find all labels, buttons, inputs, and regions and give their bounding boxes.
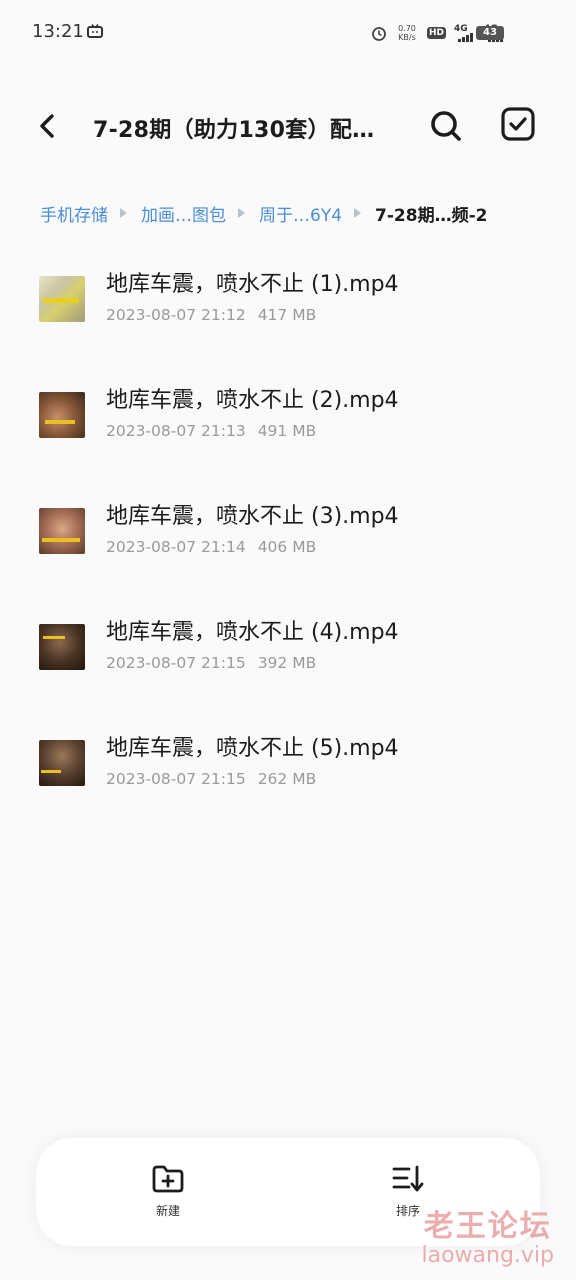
list-item[interactable]: 地库车震，喷水不止 (3).mp4 2023-08-07 21:14 406 MB <box>0 488 576 588</box>
breadcrumb-separator-icon <box>120 208 127 218</box>
video-thumbnail <box>39 392 85 438</box>
file-date: 2023-08-07 21:13 <box>106 422 246 440</box>
select-all-icon <box>501 107 535 141</box>
file-meta: 2023-08-07 21:13 491 MB <box>106 422 316 440</box>
file-size: 406 MB <box>257 538 317 556</box>
file-name: 地库车震，喷水不止 (2).mp4 <box>106 388 399 413</box>
status-time: 13:21 <box>32 21 84 42</box>
file-meta: 2023-08-07 21:12 417 MB <box>106 306 316 324</box>
top-app-bar: 7-28期（助力130套）配… <box>0 90 576 162</box>
file-size: 491 MB <box>257 422 317 440</box>
page-title: 7-28期（助力130套）配… <box>93 118 375 143</box>
list-item[interactable]: 地库车震，喷水不止 (4).mp4 2023-08-07 21:15 392 MB <box>0 604 576 704</box>
video-thumbnail <box>39 276 85 322</box>
file-date: 2023-08-07 21:15 <box>106 770 246 788</box>
watermark-cn: 老王论坛 <box>423 1209 552 1244</box>
file-date: 2023-08-07 21:12 <box>106 306 246 324</box>
back-button[interactable] <box>30 108 66 144</box>
breadcrumb: 手机存储 加画…图包 周于…6Y4 7-28期…频-2 <box>40 199 487 227</box>
file-date: 2023-08-07 21:14 <box>106 538 246 556</box>
file-size: 262 MB <box>257 770 317 788</box>
site-watermark: 老王论坛 laowang.vip <box>421 1201 554 1268</box>
new-button-label: 新建 <box>155 1204 180 1218</box>
select-all-button[interactable] <box>500 106 536 142</box>
file-name: 地库车震，喷水不止 (1).mp4 <box>106 272 399 297</box>
search-button[interactable] <box>426 106 466 146</box>
breadcrumb-item-phone-storage[interactable]: 手机存储 <box>40 201 108 226</box>
hd-badge: HD <box>426 27 446 39</box>
file-size: 417 MB <box>257 306 317 324</box>
new-folder-icon <box>152 1165 184 1193</box>
breadcrumb-separator-icon <box>354 208 362 218</box>
alarm-icon <box>372 27 386 41</box>
watermark-en: laowang.vip <box>421 1243 554 1268</box>
file-meta: 2023-08-07 21:15 392 MB <box>106 654 316 672</box>
file-name: 地库车震，喷水不止 (5).mp4 <box>106 736 399 761</box>
tv-app-icon <box>87 24 103 38</box>
breadcrumb-item-current: 7-28期…频-2 <box>375 205 488 226</box>
back-icon <box>40 114 54 138</box>
video-thumbnail <box>39 740 85 786</box>
video-thumbnail <box>39 624 85 670</box>
signal-1: 4G <box>454 24 476 42</box>
signal-bars-icon <box>458 33 473 42</box>
breadcrumb-item-folder-2[interactable]: 周于…6Y4 <box>259 201 342 226</box>
file-date: 2023-08-07 21:15 <box>106 654 246 672</box>
file-size: 392 MB <box>257 654 317 672</box>
speed-unit: KB/s <box>398 33 416 42</box>
file-name: 地库车震，喷水不止 (3).mp4 <box>106 504 399 529</box>
video-thumbnail <box>39 508 85 554</box>
list-item[interactable]: 地库车震，喷水不止 (5).mp4 2023-08-07 21:15 262 MB <box>0 720 576 820</box>
new-button[interactable]: 新建 <box>128 1164 208 1224</box>
list-item[interactable]: 地库车震，喷水不止 (2).mp4 2023-08-07 21:13 491 MB <box>0 372 576 472</box>
breadcrumb-separator-icon <box>238 208 245 218</box>
speed-value: 0.70 <box>398 24 416 33</box>
battery-indicator: 43 <box>476 26 504 40</box>
sort-icon <box>392 1165 424 1192</box>
search-icon <box>431 111 461 141</box>
network-speed: 0.70 KB/s <box>395 24 419 42</box>
breadcrumb-item-folder-1[interactable]: 加画…图包 <box>141 201 226 226</box>
file-name: 地库车震，喷水不止 (4).mp4 <box>106 620 399 645</box>
status-bar: 13:21 0.70 KB/s HD 4G 4G 43 <box>0 0 576 64</box>
file-meta: 2023-08-07 21:14 406 MB <box>106 538 316 556</box>
list-item[interactable]: 地库车震，喷水不止 (1).mp4 2023-08-07 21:12 417 MB <box>0 256 576 356</box>
file-meta: 2023-08-07 21:15 262 MB <box>106 770 316 788</box>
